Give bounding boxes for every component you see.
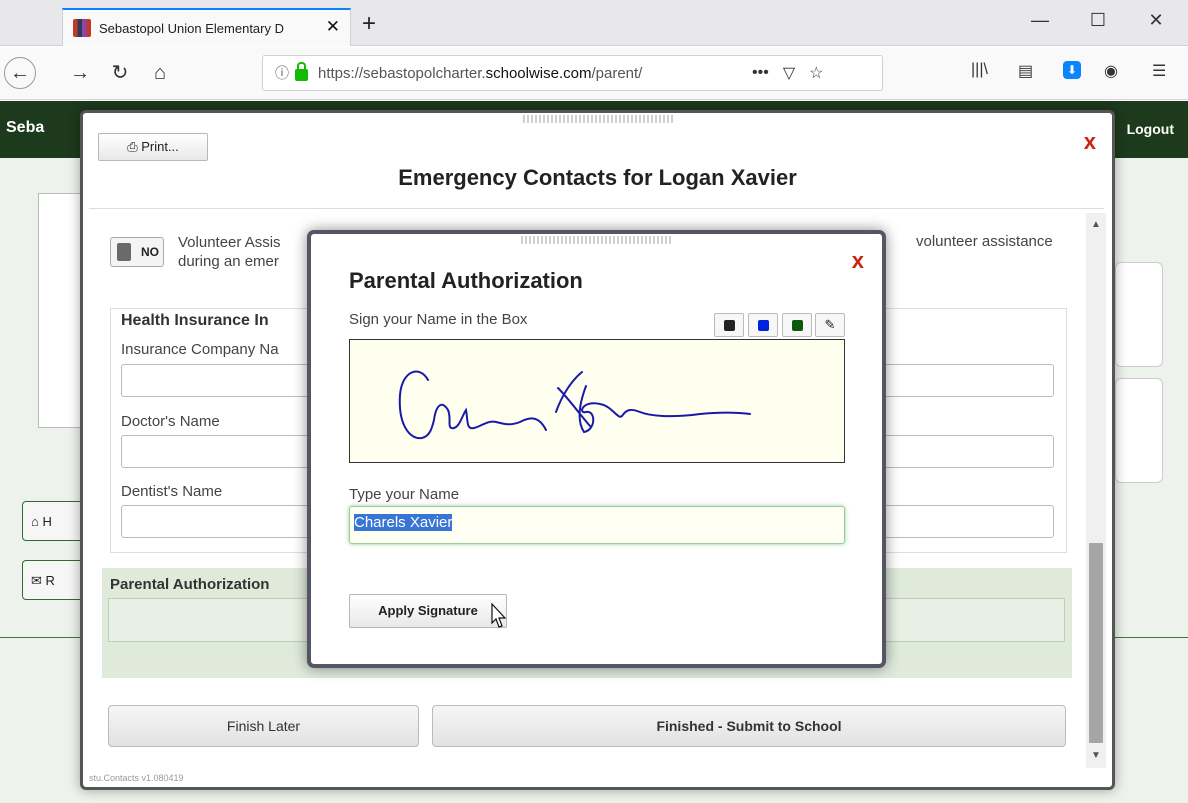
pen-color-green-button[interactable] [782, 313, 812, 337]
pocket-icon[interactable]: ▽ [783, 63, 795, 83]
insurance-company-label: Insurance Company Na [121, 341, 279, 358]
dentist-name-label: Dentist's Name [121, 483, 223, 500]
submit-to-school-button[interactable]: Finished - Submit to School [432, 705, 1066, 747]
print-button[interactable]: ⎙ Print... [98, 133, 208, 161]
more-actions-icon[interactable]: ••• [752, 64, 769, 82]
library-icon[interactable]: |||\ [971, 61, 988, 79]
volunteer-toggle[interactable]: NO [110, 237, 164, 267]
site-info-icon[interactable]: ⓘ [275, 63, 289, 83]
version-label: stu.Contacts v1.080419 [89, 773, 184, 783]
logout-link[interactable]: Logout [1127, 121, 1174, 137]
window-maximize-icon[interactable]: ☐ [1078, 10, 1118, 31]
signature-close-icon[interactable]: x [852, 248, 864, 274]
title-divider [89, 208, 1104, 209]
menu-icon[interactable]: ☰ [1152, 61, 1166, 81]
download-extension-icon[interactable]: ⬇ [1063, 61, 1081, 79]
window-close-icon[interactable]: ✕ [1136, 10, 1176, 31]
account-icon[interactable]: ◉ [1104, 61, 1118, 81]
volunteer-text-right: volunteer assistance [916, 233, 1053, 250]
url-bar[interactable]: ⓘ https://sebastopolcharter.schoolwise.c… [262, 55, 883, 91]
sidebar-icon[interactable]: ▤ [1018, 61, 1033, 81]
bookmark-star-icon[interactable]: ☆ [809, 63, 823, 83]
reload-icon[interactable]: ↻ [104, 57, 136, 89]
window-minimize-icon[interactable]: — [1020, 10, 1060, 31]
scroll-down-icon[interactable]: ▼ [1086, 746, 1106, 766]
eraser-icon[interactable]: ✎ [815, 313, 845, 337]
forward-arrow-icon[interactable]: → [64, 57, 96, 89]
signature-dialog: Parental Authorization x Sign your Name … [307, 230, 886, 668]
signature-instruction: Sign your Name in the Box [349, 311, 528, 328]
new-tab-icon[interactable]: + [362, 10, 376, 38]
tab-close-icon[interactable]: ✕ [326, 17, 340, 37]
url-text[interactable]: https://sebastopolcharter.schoolwise.com… [318, 65, 738, 82]
signature-ink [398, 370, 751, 440]
parental-authorization-label: Parental Authorization [110, 576, 270, 593]
mail-icon: ✉ [31, 573, 46, 588]
back-arrow-icon[interactable]: ← [4, 57, 36, 89]
browser-tab[interactable]: Sebastopol Union Elementary D ✕ [62, 8, 351, 46]
scroll-thumb[interactable] [1089, 543, 1103, 743]
drag-handle[interactable] [523, 115, 673, 123]
pen-color-blue-button[interactable] [748, 313, 778, 337]
school-favicon-icon [73, 19, 91, 37]
page-brand: Seba [6, 119, 45, 136]
tab-bar: Sebastopol Union Elementary D ✕ + — ☐ ✕ [0, 0, 1188, 46]
doctor-name-label: Doctor's Name [121, 413, 220, 430]
finish-later-button[interactable]: Finish Later [108, 705, 419, 747]
type-name-input[interactable]: Charels Xavier [349, 506, 845, 544]
modal-scrollbar[interactable]: ▲ ▼ [1086, 213, 1106, 768]
blue-swatch-icon [758, 320, 769, 331]
right-panel-box [1115, 262, 1163, 367]
home-icon: ⌂ [31, 514, 43, 529]
home-icon[interactable]: ⌂ [144, 57, 176, 89]
scroll-up-icon[interactable]: ▲ [1086, 215, 1106, 235]
modal-title: Emergency Contacts for Logan Xavier [398, 165, 797, 190]
modal-close-icon[interactable]: x [1084, 129, 1096, 155]
black-swatch-icon [724, 320, 735, 331]
lock-icon [295, 62, 308, 81]
printer-icon: ⎙ [127, 139, 142, 154]
green-swatch-icon [792, 320, 803, 331]
mouse-cursor-icon [491, 603, 507, 628]
signature-canvas[interactable] [349, 339, 845, 463]
right-panel-box [1115, 378, 1163, 483]
navigation-bar: ← → ↻ ⌂ ⓘ https://sebastopolcharter.scho… [0, 47, 1188, 100]
type-name-label: Type your Name [349, 486, 460, 503]
tab-title: Sebastopol Union Elementary D [99, 20, 284, 36]
signature-dialog-title: Parental Authorization [349, 268, 583, 293]
pen-color-black-button[interactable] [714, 313, 744, 337]
drag-handle[interactable] [521, 236, 671, 244]
insurance-title: Health Insurance In [121, 312, 269, 329]
apply-signature-button[interactable]: Apply Signature [349, 594, 507, 628]
